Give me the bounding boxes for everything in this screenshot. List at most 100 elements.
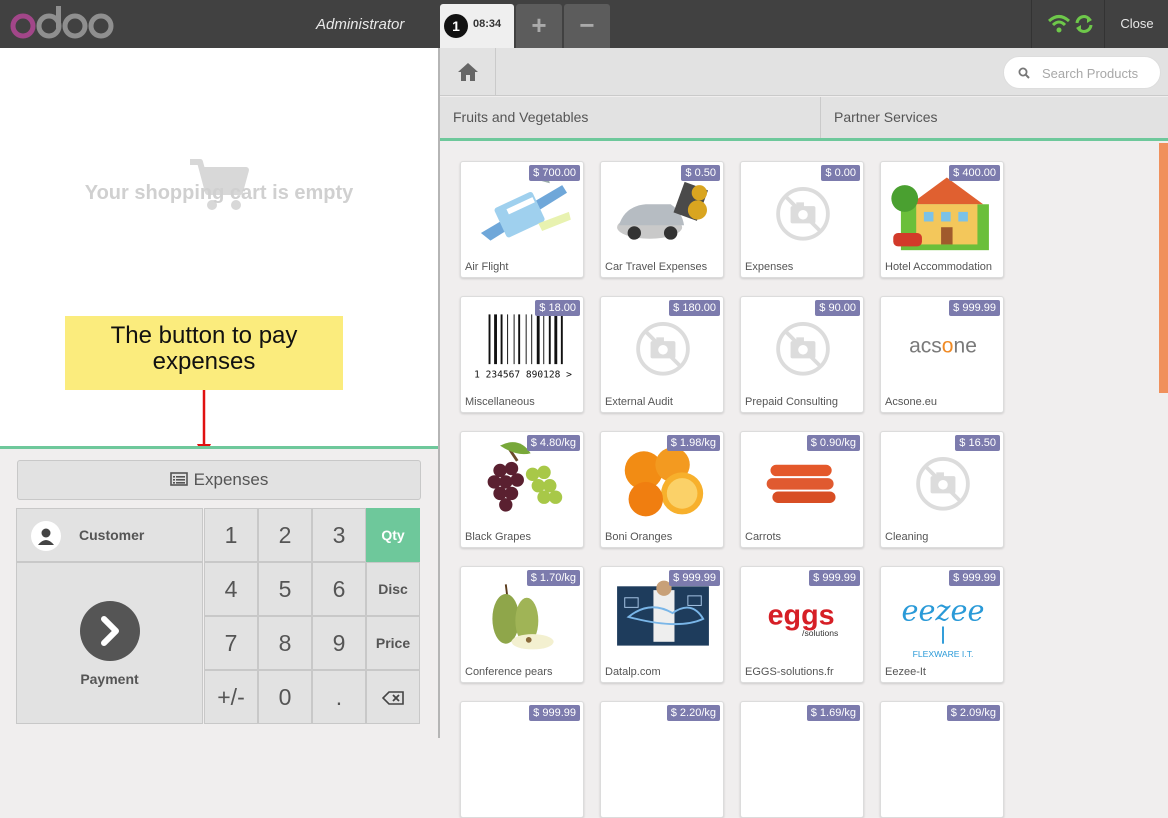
product-card[interactable]: $ 16.50 Cleaning	[880, 431, 1004, 548]
product-name: Datalp.com	[605, 666, 661, 678]
product-card[interactable]: $ 2.09/kg	[880, 701, 1004, 818]
product-name: Black Grapes	[465, 531, 532, 543]
product-card[interactable]: $ 2.20/kg	[600, 701, 724, 818]
svg-text:acsone: acsone	[909, 335, 977, 358]
product-card[interactable]: $ 999.99 Datalp.com	[600, 566, 724, 683]
customer-button[interactable]: Customer	[16, 508, 203, 562]
action-pad: Expenses Customer Payment 1 2 3 Qty 4 5 …	[0, 446, 438, 738]
product-price: $ 999.99	[669, 570, 720, 586]
sync-icon[interactable]	[1074, 14, 1094, 34]
product-price: $ 16.50	[955, 435, 1000, 451]
payment-button[interactable]: Payment	[16, 562, 203, 724]
list-alt-icon	[169, 472, 188, 486]
product-price: $ 400.00	[949, 165, 1000, 181]
numpad-key-4[interactable]: 4	[204, 562, 258, 616]
scrollbar[interactable]	[1159, 143, 1168, 393]
product-card[interactable]: $ 90.00 Prepaid Consulting	[740, 296, 864, 413]
product-name: Hotel Accommodation	[885, 261, 992, 273]
product-card[interactable]: $ 180.00 External Audit	[600, 296, 724, 413]
product-name: Car Travel Expenses	[605, 261, 708, 273]
product-card[interactable]: 1 234567 890128 > $ 18.00 Miscellaneous	[460, 296, 584, 413]
numpad-key-0[interactable]: 0	[258, 670, 312, 724]
numpad-key-dot[interactable]: .	[312, 670, 366, 724]
category-partner-services[interactable]: Partner Services	[821, 97, 1168, 138]
product-price: $ 18.00	[535, 300, 580, 316]
numpad-key-3[interactable]: 3	[312, 508, 366, 562]
product-price: $ 2.09/kg	[946, 705, 1000, 721]
product-card[interactable]: $ 0.90/kg Carrots	[740, 431, 864, 548]
product-card[interactable]: $ 4.80/kg Black Grapes	[460, 431, 584, 548]
numpad-area: Customer Payment 1 2 3 Qty 4 5 6 Disc 7 …	[16, 508, 421, 724]
product-price: $ 999.99	[949, 300, 1000, 316]
svg-text:1 234567 890128 >: 1 234567 890128 >	[474, 370, 572, 381]
product-card[interactable]: $ 1.98/kg Boni Oranges	[600, 431, 724, 548]
order-time: 08:34	[473, 18, 502, 30]
numpad-key-8[interactable]: 8	[258, 616, 312, 670]
search-icon	[1018, 67, 1030, 79]
remove-order-button[interactable]: −	[564, 4, 610, 48]
product-card[interactable]: $ 0.00 Expenses	[740, 161, 864, 278]
status-indicators	[1031, 0, 1105, 48]
mode-price-button[interactable]: Price	[366, 616, 420, 670]
product-card[interactable]: $ 0.50 Car Travel Expenses	[600, 161, 724, 278]
product-price: $ 700.00	[529, 165, 580, 181]
numpad-key-7[interactable]: 7	[204, 616, 258, 670]
mode-disc-button[interactable]: Disc	[366, 562, 420, 616]
user-avatar-icon	[31, 521, 61, 551]
product-card[interactable]: eggs/solutions $ 999.99 EGGS-solutions.fr	[740, 566, 864, 683]
order-tab[interactable]: 1 08:34	[440, 4, 514, 48]
top-bar: Administrator 1 08:34 + − Close	[0, 0, 1168, 48]
order-panel: Your shopping cart is empty The button t…	[0, 48, 438, 738]
product-card[interactable]: acsone $ 999.99 Acsone.eu	[880, 296, 1004, 413]
product-name: Acsone.eu	[885, 396, 937, 408]
product-price: $ 1.69/kg	[806, 705, 860, 721]
numpad-key-2[interactable]: 2	[258, 508, 312, 562]
numpad-key-5[interactable]: 5	[258, 562, 312, 616]
search-box[interactable]: Search Products	[1003, 56, 1161, 89]
product-name: Boni Oranges	[605, 531, 673, 543]
product-card[interactable]: $ 1.70/kg Conference pears	[460, 566, 584, 683]
product-card[interactable]: $ 700.00 Air Flight	[460, 161, 584, 278]
wifi-icon	[1048, 15, 1070, 33]
product-name: Air Flight	[465, 261, 509, 273]
product-price: $ 1.70/kg	[526, 570, 580, 586]
numpad-key-6[interactable]: 6	[312, 562, 366, 616]
search-input[interactable]: Search Products	[1042, 66, 1138, 81]
numpad-key-9[interactable]: 9	[312, 616, 366, 670]
product-card[interactable]: $ 400.00 Hotel Accommodation	[880, 161, 1004, 278]
product-card[interactable]: eezee FLEXWARE I.T. $ 999.99 Eezee-It	[880, 566, 1004, 683]
product-price: $ 4.80/kg	[526, 435, 580, 451]
product-name: Conference pears	[465, 666, 553, 678]
product-price: $ 0.00	[821, 165, 860, 181]
category-bar: Fruits and Vegetables Partner Services	[440, 97, 1168, 141]
close-button[interactable]: Close	[1106, 0, 1168, 48]
product-name: Expenses	[745, 261, 794, 273]
home-icon	[458, 63, 478, 81]
svg-text:eezee: eezee	[901, 594, 984, 628]
numpad-key-sign[interactable]: +/-	[204, 670, 258, 724]
svg-text:FLEXWARE I.T.: FLEXWARE I.T.	[913, 649, 974, 659]
order-number: 1	[444, 14, 468, 38]
product-card[interactable]: $ 1.69/kg	[740, 701, 864, 818]
category-fruits-vegetables[interactable]: Fruits and Vegetables	[440, 97, 821, 138]
product-name: EGGS-solutions.fr	[745, 666, 834, 678]
home-category-button[interactable]	[440, 48, 496, 96]
product-name: Carrots	[745, 531, 782, 543]
product-price: $ 0.90/kg	[806, 435, 860, 451]
expenses-button[interactable]: Expenses	[17, 460, 421, 500]
chevron-right-icon	[80, 601, 140, 661]
product-card[interactable]: $ 999.99	[460, 701, 584, 818]
product-name: Prepaid Consulting	[745, 396, 838, 408]
add-order-button[interactable]: +	[516, 4, 562, 48]
odoo-logo	[10, 6, 114, 39]
product-price: $ 1.98/kg	[666, 435, 720, 451]
product-price: $ 999.99	[949, 570, 1000, 586]
svg-text:eggs: eggs	[768, 600, 835, 632]
product-price: $ 999.99	[529, 705, 580, 721]
numpad-key-1[interactable]: 1	[204, 508, 258, 562]
mode-qty-button[interactable]: Qty	[366, 508, 420, 562]
product-screen: Search Products Fruits and Vegetables Pa…	[438, 48, 1168, 818]
payment-label: Payment	[80, 671, 139, 687]
product-price: $ 0.50	[681, 165, 720, 181]
backspace-button[interactable]	[366, 670, 420, 724]
